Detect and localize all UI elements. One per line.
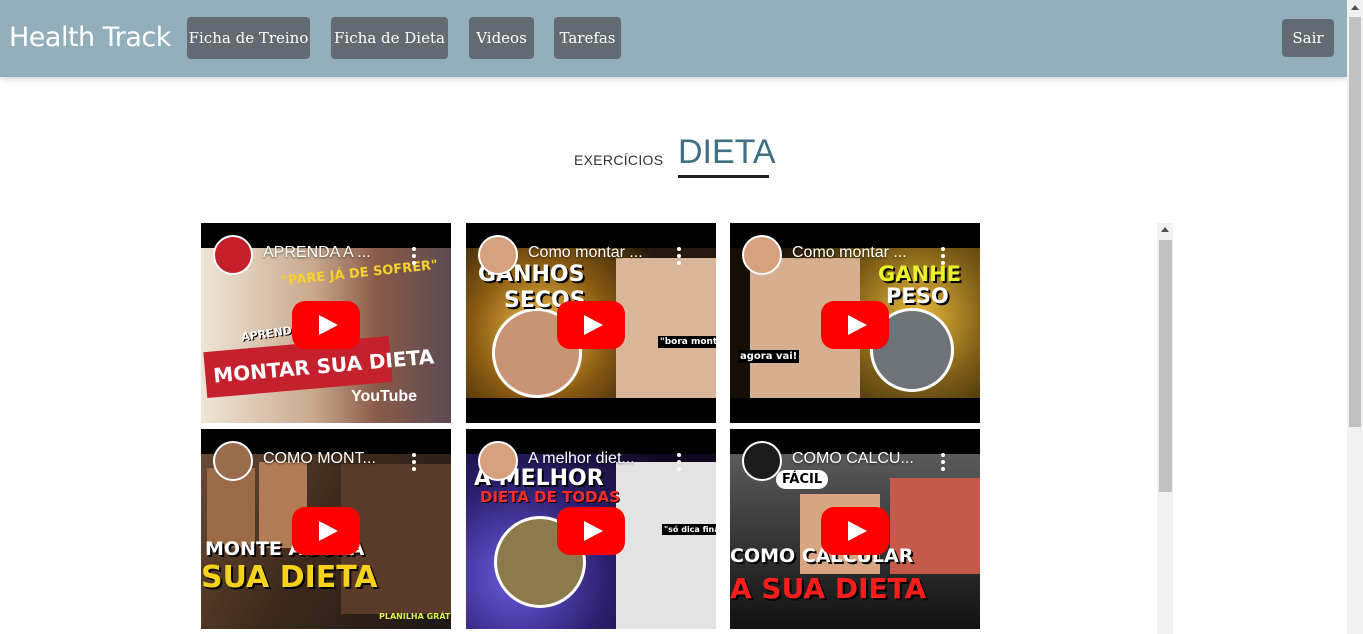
video-embed[interactable]: "PARE JÁ DE SOFRER" APRENDA C MONTAR SUA… (201, 223, 451, 423)
page-scrollbar-thumb[interactable] (1349, 17, 1361, 427)
more-options-icon[interactable] (941, 453, 945, 471)
play-button-icon[interactable] (292, 507, 360, 555)
active-tab-indicator (678, 175, 769, 178)
play-button-icon[interactable] (821, 301, 889, 349)
more-options-icon[interactable] (412, 453, 416, 471)
play-button-icon[interactable] (557, 301, 625, 349)
more-options-icon[interactable] (677, 247, 681, 265)
video-list-scrollbar[interactable] (1157, 223, 1173, 634)
video-title[interactable]: A melhor diet... (528, 450, 635, 468)
thumb-text: PESO (886, 284, 949, 308)
thumb-text: "só dica fina" (662, 524, 716, 535)
scroll-up-arrow-icon[interactable] (1351, 5, 1359, 10)
nav-ficha-treino-button[interactable]: Ficha de Treino (187, 17, 310, 59)
video-embed[interactable]: GANHE PESO agora vai! Como montar ... (730, 223, 980, 423)
logout-button[interactable]: Sair (1282, 19, 1334, 57)
top-navbar: Health Track Ficha de Treino Ficha de Di… (0, 0, 1347, 77)
thumb-text: agora vai! (738, 350, 800, 363)
video-embed[interactable]: MONTE AGORA SUA DIETA PLANILHA GRÁTIS CO… (201, 429, 451, 629)
thumb-text: GANHE (878, 262, 961, 286)
nav-ficha-dieta-button[interactable]: Ficha de Dieta (331, 17, 448, 59)
play-button-icon[interactable] (821, 507, 889, 555)
tab-exercicios[interactable]: EXERCÍCIOS (574, 152, 663, 168)
more-options-icon[interactable] (412, 247, 416, 265)
brand-logo[interactable]: Health Track (9, 22, 171, 53)
channel-avatar (742, 441, 782, 481)
channel-avatar (213, 235, 253, 275)
thumb-text: DIETA DE TODAS (480, 488, 620, 506)
youtube-logo: YouTube (351, 388, 418, 405)
thumb-text: A SUA DIETA (730, 572, 927, 605)
more-options-icon[interactable] (941, 247, 945, 265)
channel-avatar (213, 441, 253, 481)
thumb-text: FÁCIL (776, 470, 829, 489)
video-title[interactable]: APRENDA A ... (263, 244, 371, 262)
scrollbar-thumb[interactable] (1159, 240, 1172, 492)
thumb-text: SUA DIETA (201, 560, 378, 595)
video-embed[interactable]: FÁCIL COMO CALCULAR A SUA DIETA COMO CAL… (730, 429, 980, 629)
video-embed[interactable]: A MELHOR DIETA DE TODAS "só dica fina" A… (466, 429, 716, 629)
nav-videos-button[interactable]: Videos (469, 17, 534, 59)
more-options-icon[interactable] (677, 453, 681, 471)
thumb-text: PLANILHA GRÁTIS (379, 612, 451, 621)
play-button-icon[interactable] (292, 301, 360, 349)
thumb-person (616, 258, 716, 398)
video-title[interactable]: Como montar ... (792, 244, 907, 262)
channel-avatar (742, 235, 782, 275)
scroll-up-arrow-icon[interactable] (1161, 227, 1169, 232)
video-title[interactable]: Como montar ... (528, 244, 643, 262)
tab-dieta[interactable]: DIETA (678, 133, 776, 172)
page-scrollbar[interactable] (1347, 0, 1363, 634)
thumb-person (616, 462, 716, 629)
video-embed[interactable]: GANHOS SECOS "bora montar?" Como montar … (466, 223, 716, 423)
video-title[interactable]: COMO MONT... (263, 450, 376, 468)
channel-avatar (478, 235, 518, 275)
thumb-text: "bora montar?" (658, 336, 716, 348)
video-title[interactable]: COMO CALCU... (792, 450, 914, 468)
channel-avatar (478, 441, 518, 481)
nav-tarefas-button[interactable]: Tarefas (554, 17, 621, 59)
play-button-icon[interactable] (557, 507, 625, 555)
